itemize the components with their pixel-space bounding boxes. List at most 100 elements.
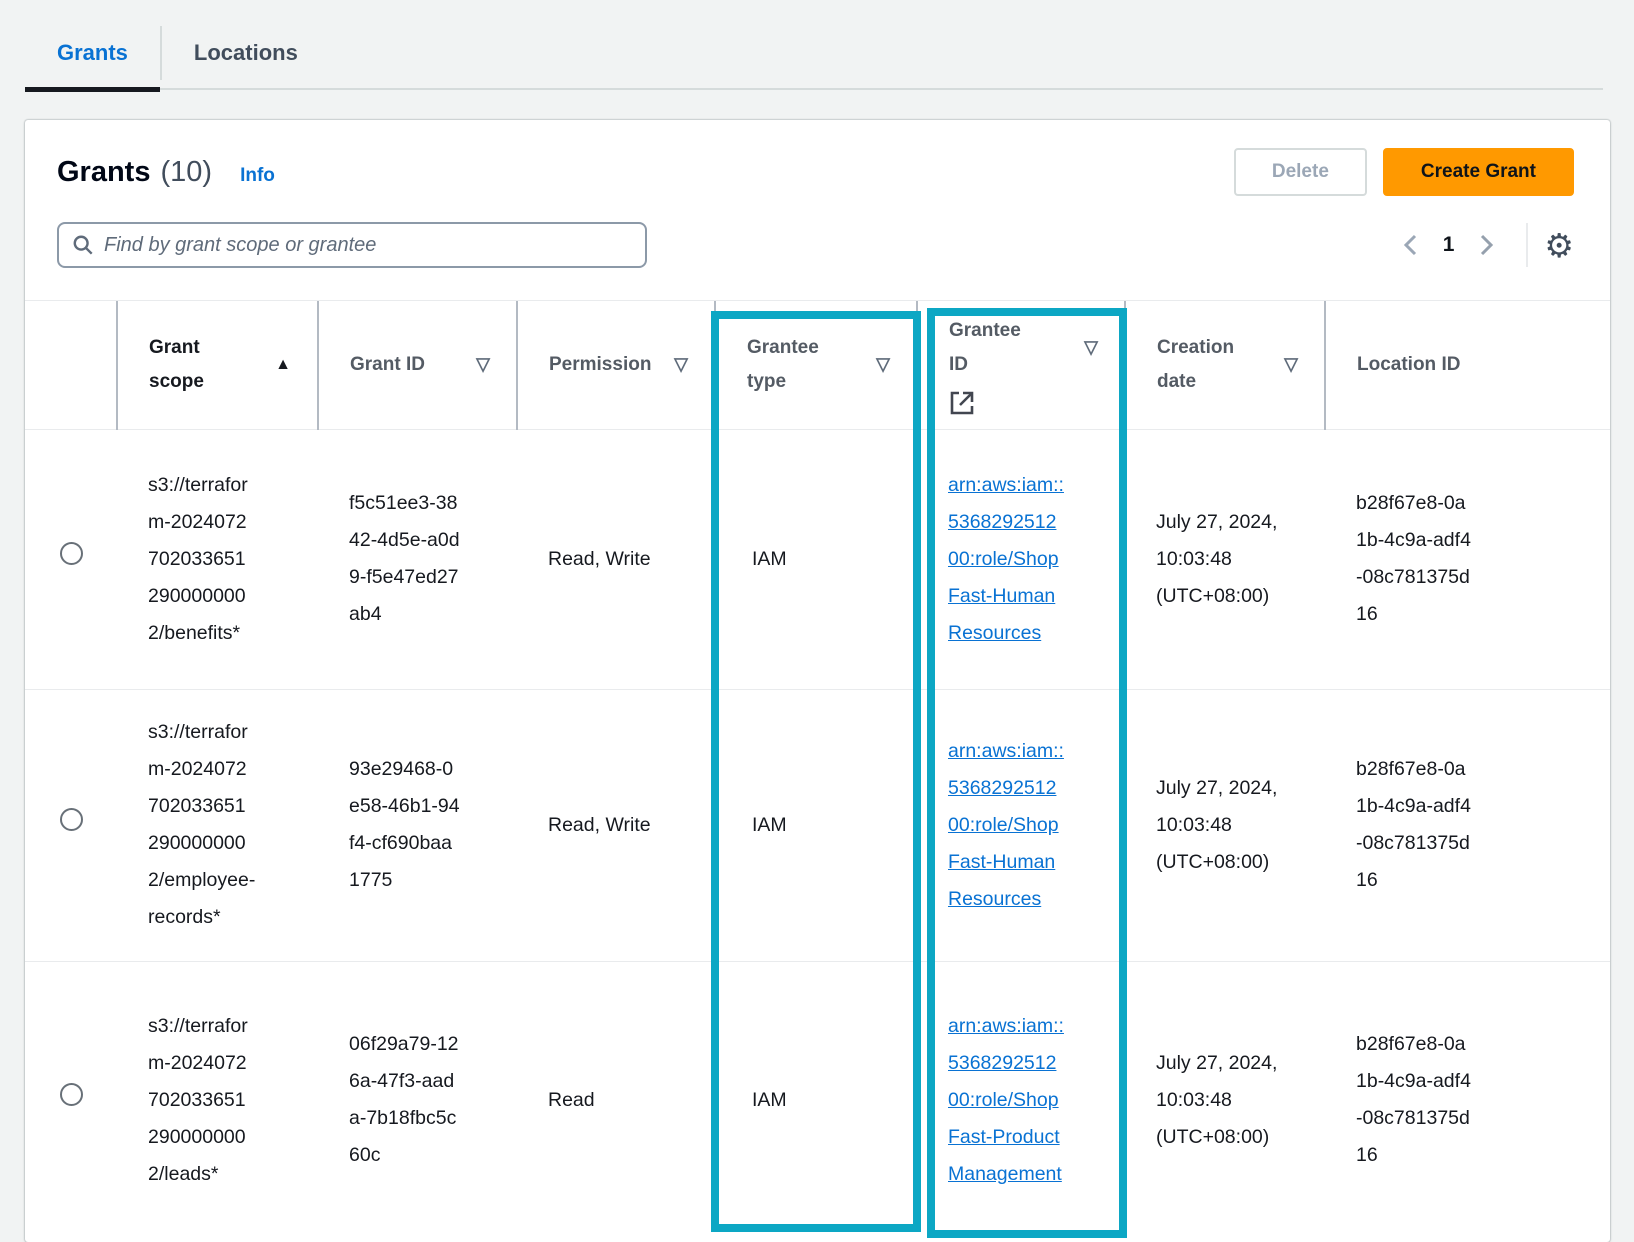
grant-id-value: 93e29468-0e58-46b1-94f4-cf690baa1775	[349, 758, 460, 891]
creation-date-cell: July 27, 2024, 10:03:48 (UTC+08:00)	[1125, 689, 1325, 961]
grantee-type-cell: IAM	[715, 689, 917, 961]
grant-scope-cell: s3://terraform-2024072702033651290000000…	[117, 429, 318, 689]
permission-value: Read, Write	[548, 814, 651, 836]
title-row: Grants (10) Info Delete Create Grant	[57, 148, 1574, 196]
row-select-radio[interactable]	[60, 808, 83, 831]
grantee-type-cell: IAM	[715, 429, 917, 689]
header-content: Location ID	[1326, 348, 1610, 382]
selection-cell	[25, 689, 117, 961]
header-content: Creation date ▽	[1126, 331, 1324, 399]
grant-scope-cell: s3://terraform-2024072702033651290000000…	[117, 689, 318, 961]
selection-cell	[25, 429, 117, 689]
search-icon	[72, 234, 94, 256]
row-select-radio[interactable]	[60, 1083, 83, 1106]
page-title: Grants	[57, 156, 150, 189]
external-link-icon	[949, 390, 975, 416]
column-header-grantee-type[interactable]: Grantee type ▽	[715, 301, 917, 429]
grantee-type-value: IAM	[752, 814, 787, 836]
permission-cell: Read, Write	[517, 689, 715, 961]
table-row: s3://terraform-2024072702033651290000000…	[25, 429, 1610, 689]
grantee-id-cell: arn:aws:iam::536829251200:role/ShopFast-…	[917, 429, 1125, 689]
tab-grants[interactable]: Grants	[25, 18, 160, 88]
grantee-id-link[interactable]: arn:aws:iam::536829251200:role/ShopFast-…	[948, 474, 1064, 644]
column-header-location-id: Location ID	[1325, 301, 1610, 429]
sort-icon: ▽	[674, 354, 688, 375]
grantee-id-link[interactable]: arn:aws:iam::536829251200:role/ShopFast-…	[948, 1015, 1064, 1185]
grant-id-value: 06f29a79-126a-47f3-aada-7b18fbc5c60c	[349, 1033, 459, 1166]
column-header-creation-date[interactable]: Creation date ▽	[1125, 301, 1325, 429]
grant-scope-value: s3://terraform-2024072702033651290000000…	[148, 721, 255, 928]
column-label: Grantee type	[747, 331, 837, 399]
creation-date-value: July 27, 2024, 10:03:48 (UTC+08:00)	[1156, 1052, 1277, 1148]
column-header-grantee-id[interactable]: Grantee ID ▽	[917, 301, 1125, 429]
grants-panel: Grants (10) Info Delete Create Grant	[25, 120, 1610, 1242]
grant-scope-value: s3://terraform-2024072702033651290000000…	[148, 474, 248, 644]
sort-icon: ▽	[876, 354, 890, 375]
sort-ascending-icon: ▲	[275, 356, 291, 374]
location-id-value: b28f67e8-0a1b-4c9a-adf4-08c781375d16	[1356, 758, 1471, 891]
selection-cell	[25, 961, 117, 1239]
table-row: s3://terraform-2024072702033651290000000…	[25, 689, 1610, 961]
grantee-id-cell: arn:aws:iam::536829251200:role/ShopFast-…	[917, 689, 1125, 961]
selection-column-header	[25, 301, 117, 429]
gear-icon[interactable]: ⚙	[1544, 229, 1574, 262]
pagination: 1 ⚙	[1391, 223, 1574, 267]
next-page-button[interactable]	[1466, 232, 1506, 258]
sort-icon: ▽	[1084, 337, 1098, 358]
panel-header: Grants (10) Info Delete Create Grant	[25, 120, 1610, 301]
row-select-radio[interactable]	[60, 542, 83, 565]
column-label: Location ID	[1357, 348, 1460, 382]
column-label: Grant ID	[350, 348, 425, 382]
create-grant-button[interactable]: Create Grant	[1383, 148, 1574, 196]
grantee-type-cell: IAM	[715, 961, 917, 1239]
tab-locations[interactable]: Locations	[162, 18, 330, 88]
grant-id-cell: 06f29a79-126a-47f3-aada-7b18fbc5c60c	[318, 961, 517, 1239]
header-content: Grantee type ▽	[716, 331, 916, 399]
grantee-type-value: IAM	[752, 1089, 787, 1111]
creation-date-value: July 27, 2024, 10:03:48 (UTC+08:00)	[1156, 511, 1277, 607]
permission-value: Read	[548, 1089, 595, 1111]
external-link-row	[918, 382, 1124, 416]
grant-id-cell: f5c51ee3-3842-4d5e-a0d9-f5e47ed27ab4	[318, 429, 517, 689]
creation-date-cell: July 27, 2024, 10:03:48 (UTC+08:00)	[1125, 429, 1325, 689]
table-header-row: Grant scope ▲ Grant ID ▽ Permission ▽	[25, 301, 1610, 429]
delete-button[interactable]: Delete	[1234, 148, 1367, 196]
search-box[interactable]	[57, 222, 647, 268]
grants-count: (10)	[160, 156, 212, 189]
column-label: Grantee ID	[949, 314, 1039, 382]
header-content: Grantee ID ▽	[918, 314, 1124, 382]
grant-id-value: f5c51ee3-3842-4d5e-a0d9-f5e47ed27ab4	[349, 492, 460, 625]
grant-id-cell: 93e29468-0e58-46b1-94f4-cf690baa1775	[318, 689, 517, 961]
sort-icon: ▽	[476, 354, 490, 375]
grantee-type-value: IAM	[752, 548, 787, 570]
location-id-cell: b28f67e8-0a1b-4c9a-adf4-08c781375d16	[1325, 689, 1610, 961]
chevron-right-icon	[1476, 232, 1496, 258]
location-id-value: b28f67e8-0a1b-4c9a-adf4-08c781375d16	[1356, 1033, 1471, 1166]
header-actions: Delete Create Grant	[1234, 148, 1574, 196]
sort-icon: ▽	[1284, 354, 1298, 375]
column-label: Grant scope	[149, 331, 239, 399]
column-header-grant-id[interactable]: Grant ID ▽	[318, 301, 517, 429]
tabs-row: Grants Locations	[25, 18, 1603, 90]
creation-date-cell: July 27, 2024, 10:03:48 (UTC+08:00)	[1125, 961, 1325, 1239]
location-id-value: b28f67e8-0a1b-4c9a-adf4-08c781375d16	[1356, 492, 1471, 625]
permission-cell: Read, Write	[517, 429, 715, 689]
column-header-permission[interactable]: Permission ▽	[517, 301, 715, 429]
location-id-cell: b28f67e8-0a1b-4c9a-adf4-08c781375d16	[1325, 429, 1610, 689]
column-label: Creation date	[1157, 331, 1247, 399]
grantee-id-link[interactable]: arn:aws:iam::536829251200:role/ShopFast-…	[948, 740, 1064, 910]
grant-scope-cell: s3://terraform-2024072702033651290000000…	[117, 961, 318, 1239]
column-label: Permission	[549, 348, 651, 382]
info-link[interactable]: Info	[240, 165, 275, 187]
column-header-grant-scope[interactable]: Grant scope ▲	[117, 301, 318, 429]
search-input[interactable]	[104, 234, 632, 257]
creation-date-value: July 27, 2024, 10:03:48 (UTC+08:00)	[1156, 777, 1277, 873]
current-page-number[interactable]: 1	[1431, 233, 1467, 257]
permission-cell: Read	[517, 961, 715, 1239]
grants-table: Grant scope ▲ Grant ID ▽ Permission ▽	[25, 301, 1610, 1239]
previous-page-button[interactable]	[1391, 232, 1431, 258]
chevron-left-icon	[1401, 232, 1421, 258]
header-content: Grant scope ▲	[118, 331, 317, 399]
table-row: s3://terraform-2024072702033651290000000…	[25, 961, 1610, 1239]
controls-row: 1 ⚙	[57, 222, 1574, 300]
